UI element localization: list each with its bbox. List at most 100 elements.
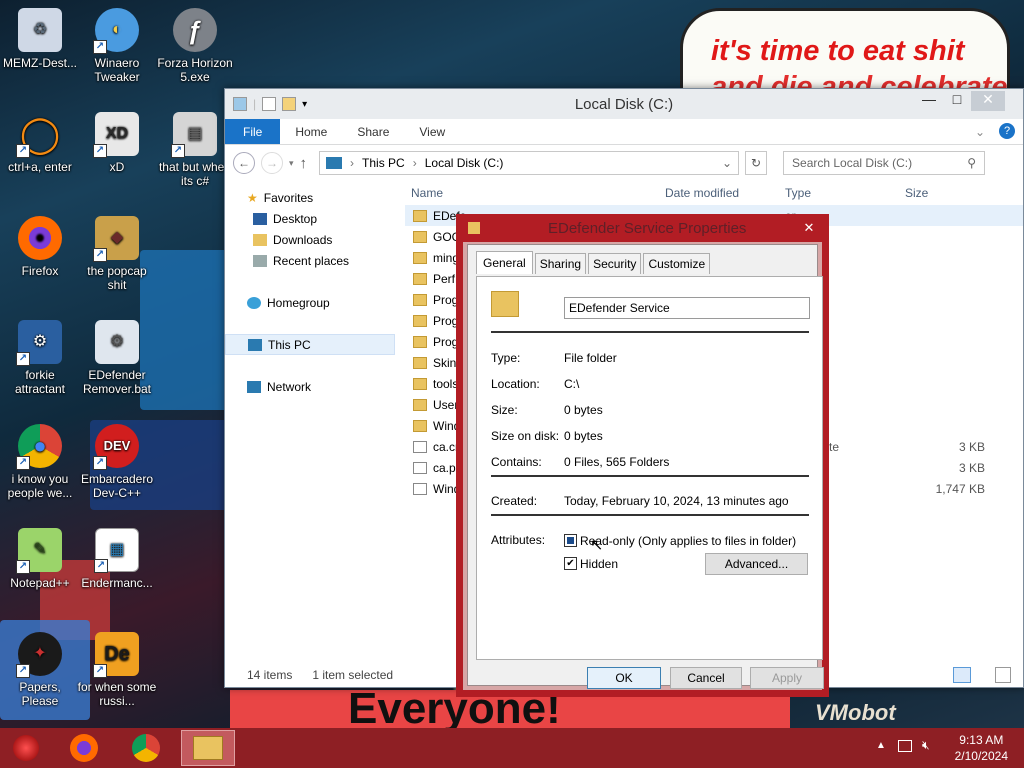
nav-desktop[interactable]: Desktop: [225, 208, 395, 229]
maximize-button[interactable]: □: [943, 91, 971, 111]
recent-locations-icon[interactable]: ▾: [289, 158, 294, 169]
column-date-modified[interactable]: Date modified: [665, 186, 785, 200]
forward-button[interactable]: →: [261, 152, 283, 174]
tab-general[interactable]: General: [476, 251, 533, 274]
folder-icon: [413, 272, 427, 285]
speech-text: it's time to eat shit: [711, 35, 965, 67]
indeterminate-mark: [567, 537, 574, 544]
ribbon-expand-icon[interactable]: ⌄: [969, 119, 991, 144]
window-title: Local Disk (C:): [574, 95, 674, 113]
desktop-icon-forza[interactable]: ƒ Forza Horizon 5.exe: [155, 8, 235, 84]
firefox-icon: ●: [18, 216, 62, 260]
general-panel: EDefender Service Type: File folder Loca…: [476, 276, 823, 660]
nav-this-pc[interactable]: This PC: [225, 334, 395, 355]
dialog-close-button[interactable]: ✕: [795, 218, 823, 238]
desktop-icon-xd[interactable]: XD ↗ xD: [77, 112, 157, 174]
taskbar-chrome[interactable]: [122, 730, 170, 766]
tab-view[interactable]: View: [404, 119, 460, 144]
nav-favorites[interactable]: ★ Favorites: [225, 187, 395, 208]
document-icon: ▦ ↗: [94, 528, 139, 573]
nav-homegroup[interactable]: Homegroup: [225, 292, 395, 313]
desktop-icon-devcpp[interactable]: DEV ↗ Embarcadero Dev-C++: [77, 424, 157, 500]
back-button[interactable]: ←: [233, 152, 255, 174]
column-type[interactable]: Type: [785, 186, 905, 200]
shortcut-arrow-icon: ↗: [94, 559, 108, 573]
start-button[interactable]: [2, 730, 50, 766]
nav-downloads[interactable]: Downloads: [225, 229, 395, 250]
column-name[interactable]: Name: [405, 186, 665, 200]
shortcut-arrow-icon: ↗: [16, 664, 30, 678]
network-tray-icon[interactable]: [898, 740, 912, 752]
desktop-icon-popcap[interactable]: ◆ ↗ the popcap shit: [77, 216, 157, 292]
tab-home[interactable]: Home: [280, 119, 342, 144]
recycle-bin-icon: ♻: [18, 8, 62, 52]
breadcrumb-this-pc[interactable]: This PC: [362, 156, 405, 170]
hxd-icon: XD ↗: [93, 112, 139, 158]
column-size[interactable]: Size: [905, 186, 985, 200]
desktop-icon-edefender-remover[interactable]: ⚙ EDefender Remover.bat: [77, 320, 157, 396]
de-icon: De ↗: [93, 632, 139, 678]
minimize-button[interactable]: —: [915, 91, 943, 111]
icon-label: for when some russi...: [77, 680, 157, 708]
cancel-button[interactable]: Cancel: [670, 667, 742, 689]
folder-properties-dialog: EDefender Service Properties ✕ General S…: [456, 214, 829, 697]
show-hidden-icons-button[interactable]: ▲: [876, 740, 886, 751]
desktop-icon-papers-please[interactable]: ✦ ↗ Papers, Please: [0, 632, 80, 708]
taskbar: ▲ 🔇︎ 9:13 AM 2/10/2024: [0, 728, 1024, 768]
desktop-icon-memz[interactable]: ♻ MEMZ-Dest...: [0, 8, 80, 70]
details-view-icon[interactable]: [953, 667, 971, 683]
desktop-icon-chrome[interactable]: ● ↗ i know you people we...: [0, 424, 80, 500]
downloads-icon: [253, 233, 267, 246]
large-icons-view-icon[interactable]: [995, 667, 1011, 683]
tab-share[interactable]: Share: [342, 119, 404, 144]
folder-stack-icon: ▤ ↗: [171, 112, 217, 158]
folder-icon: [413, 335, 427, 348]
nav-network[interactable]: Network: [225, 376, 395, 397]
close-button[interactable]: ✕: [971, 91, 1005, 111]
help-icon[interactable]: ?: [999, 123, 1015, 139]
volume-muted-icon[interactable]: 🔇︎: [922, 738, 930, 753]
popcap-icon: ◆ ↗: [93, 216, 139, 262]
tab-customize[interactable]: Customize: [643, 253, 711, 274]
nav-label: Network: [267, 379, 312, 394]
hidden-checkbox[interactable]: ✔: [564, 557, 577, 570]
desktop-icon-enderman[interactable]: ▦ ↗ Endermanc...: [77, 528, 157, 590]
desktop-icon-firefox[interactable]: ● Firefox: [0, 216, 80, 278]
system-clock[interactable]: 9:13 AM 2/10/2024: [955, 732, 1008, 764]
readonly-checkbox[interactable]: [564, 534, 577, 547]
desktop-icon-csharp[interactable]: ▤ ↗ that but when its c#: [155, 112, 235, 188]
divider: [491, 331, 809, 333]
hidden-label[interactable]: Hidden: [580, 557, 618, 571]
taskbar-firefox[interactable]: [60, 730, 108, 766]
tab-security[interactable]: Security: [588, 253, 642, 274]
up-button[interactable]: ↑: [300, 155, 308, 172]
address-bar[interactable]: › This PC › Local Disk (C:) ⌄: [319, 151, 740, 175]
folder-name-field[interactable]: EDefender Service: [564, 297, 810, 319]
apply-button[interactable]: Apply: [750, 667, 824, 689]
navigation-pane: ★ Favorites Desktop Downloads Recent plac…: [225, 181, 395, 663]
nav-recent-places[interactable]: Recent places: [225, 250, 395, 271]
created-value: Today, February 10, 2024, 13 minutes ago: [564, 494, 789, 508]
clock-time: 9:13 AM: [959, 733, 1004, 747]
taskbar-file-explorer[interactable]: [181, 730, 235, 766]
address-dropdown-icon[interactable]: ⌄: [722, 156, 732, 170]
readonly-label[interactable]: Read-only (Only applies to files in fold…: [580, 534, 796, 548]
size-on-disk-label: Size on disk:: [491, 429, 560, 443]
desktop-icon-forkie[interactable]: ⚙ ↗ forkie attractant: [0, 320, 80, 396]
folder-icon: [413, 209, 427, 222]
desktop-icon: [253, 212, 267, 225]
tab-sharing[interactable]: Sharing: [534, 253, 587, 274]
desktop-icon-winaero[interactable]: ◐ ↗ Winaero Tweaker: [77, 8, 157, 84]
refresh-button[interactable]: ↻: [745, 151, 768, 175]
desktop-icon-ctrla[interactable]: ◯ ↗ ctrl+a, enter: [0, 112, 80, 175]
ok-button[interactable]: OK: [587, 667, 661, 689]
desktop-icon-de[interactable]: De ↗ for when some russi...: [77, 632, 157, 708]
advanced-button[interactable]: Advanced...: [705, 553, 808, 575]
this-pc-icon: [326, 157, 343, 169]
tab-file[interactable]: File: [225, 119, 281, 144]
icon-label: Embarcadero Dev-C++: [80, 472, 154, 500]
shortcut-arrow-icon: ↗: [171, 144, 185, 158]
search-input[interactable]: Search Local Disk (C:) ⚲: [783, 151, 986, 175]
breadcrumb-local-disk[interactable]: Local Disk (C:): [425, 156, 504, 170]
desktop-icon-notepadpp[interactable]: ✎ ↗ Notepad++: [0, 528, 80, 590]
